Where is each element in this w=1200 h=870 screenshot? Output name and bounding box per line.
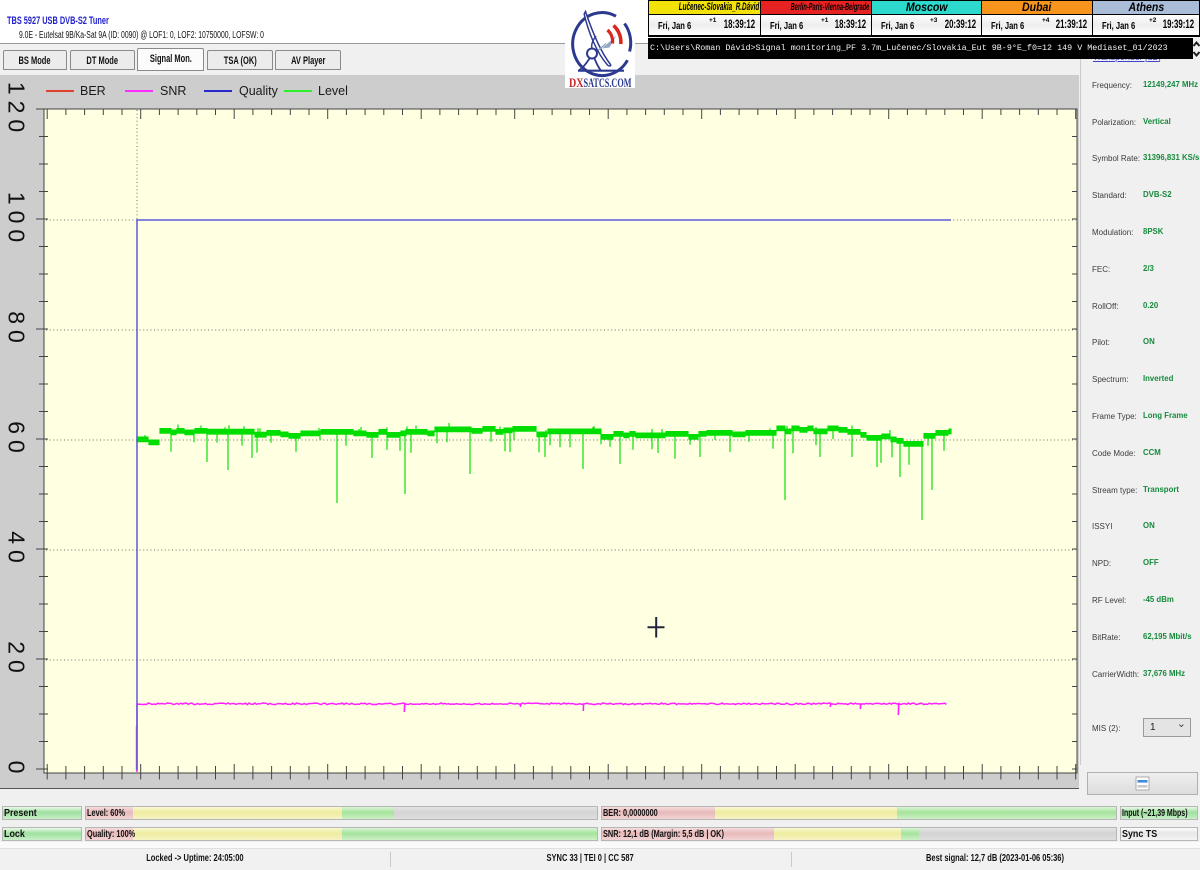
svg-text:SATCS.COM: SATCS.COM — [584, 76, 632, 88]
svg-text:40: 40 — [4, 531, 30, 569]
svg-text:80: 80 — [4, 311, 30, 349]
svg-text:100: 100 — [4, 192, 30, 248]
svg-text:DX: DX — [569, 76, 584, 88]
svg-text:20: 20 — [4, 641, 30, 679]
svg-text:120: 120 — [4, 82, 30, 138]
svg-text:0: 0 — [4, 761, 30, 780]
svg-text:60: 60 — [4, 421, 30, 459]
